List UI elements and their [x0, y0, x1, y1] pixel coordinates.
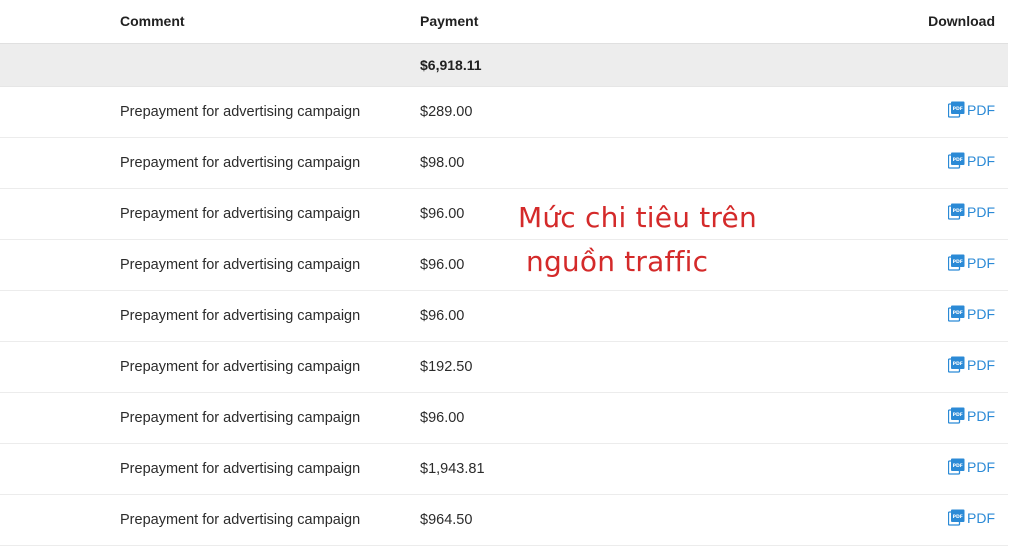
- pdf-download-link[interactable]: PDF PDF: [948, 458, 995, 475]
- pdf-file-icon: PDF: [948, 509, 965, 526]
- total-row: $6,918.11: [0, 44, 1008, 87]
- svg-text:PDF: PDF: [953, 514, 963, 520]
- row-payment: $289.00: [420, 104, 473, 120]
- svg-text:PDF: PDF: [953, 463, 963, 469]
- pdf-file-icon: PDF: [948, 356, 965, 373]
- row-payment: $964.50: [420, 512, 473, 528]
- table-header: Comment Payment Download: [0, 0, 1008, 44]
- table-row: Prepayment for advertising campaign $96.…: [0, 393, 1008, 444]
- row-comment: Prepayment for advertising campaign: [120, 104, 361, 120]
- row-comment: Prepayment for advertising campaign: [120, 512, 361, 528]
- pdf-download-link[interactable]: PDF PDF: [948, 152, 995, 169]
- header-download: Download: [928, 13, 995, 29]
- row-comment: Prepayment for advertising campaign: [120, 410, 361, 426]
- pdf-link-label: PDF: [967, 101, 995, 118]
- row-payment: $96.00: [420, 308, 465, 324]
- pdf-download-link[interactable]: PDF PDF: [948, 356, 995, 373]
- row-payment: $96.00: [420, 410, 465, 426]
- row-payment: $1,943.81: [420, 461, 485, 477]
- table-row: Prepayment for advertising campaign $96.…: [0, 240, 1008, 291]
- total-payment: $6,918.11: [420, 57, 482, 73]
- pdf-file-icon: PDF: [948, 152, 965, 169]
- row-comment: Prepayment for advertising campaign: [120, 257, 361, 273]
- table-row: Prepayment for advertising campaign $192…: [0, 342, 1008, 393]
- payments-table: Comment Payment Download $6,918.11 Prepa…: [0, 0, 1008, 546]
- table-row: Prepayment for advertising campaign $289…: [0, 87, 1008, 138]
- pdf-link-label: PDF: [967, 407, 995, 424]
- svg-text:PDF: PDF: [953, 208, 963, 214]
- pdf-file-icon: PDF: [948, 305, 965, 322]
- table-body: Prepayment for advertising campaign $289…: [0, 87, 1008, 546]
- row-payment: $96.00: [420, 257, 465, 273]
- pdf-file-icon: PDF: [948, 254, 965, 271]
- pdf-link-label: PDF: [967, 356, 995, 373]
- row-comment: Prepayment for advertising campaign: [120, 308, 361, 324]
- pdf-link-label: PDF: [967, 203, 995, 220]
- row-comment: Prepayment for advertising campaign: [120, 155, 361, 171]
- pdf-link-label: PDF: [967, 152, 995, 169]
- annotation-line-2: nguồn traffic: [526, 245, 709, 278]
- row-payment: $192.50: [420, 359, 473, 375]
- pdf-download-link[interactable]: PDF PDF: [948, 407, 995, 424]
- pdf-download-link[interactable]: PDF PDF: [948, 509, 995, 526]
- pdf-link-label: PDF: [967, 254, 995, 271]
- pdf-download-link[interactable]: PDF PDF: [948, 305, 995, 322]
- pdf-download-link[interactable]: PDF PDF: [948, 101, 995, 118]
- table-row: Prepayment for advertising campaign $96.…: [0, 189, 1008, 240]
- svg-text:PDF: PDF: [953, 157, 963, 163]
- pdf-link-label: PDF: [967, 458, 995, 475]
- table-row: Prepayment for advertising campaign $98.…: [0, 138, 1008, 189]
- table-row: Prepayment for advertising campaign $96.…: [0, 291, 1008, 342]
- svg-text:PDF: PDF: [953, 310, 963, 316]
- row-payment: $96.00: [420, 206, 465, 222]
- pdf-download-link[interactable]: PDF PDF: [948, 203, 995, 220]
- annotation-line-1: Mức chi tiêu trên: [518, 201, 757, 234]
- svg-text:PDF: PDF: [953, 106, 963, 112]
- row-comment: Prepayment for advertising campaign: [120, 206, 361, 222]
- row-comment: Prepayment for advertising campaign: [120, 359, 361, 375]
- pdf-file-icon: PDF: [948, 458, 965, 475]
- header-comment: Comment: [120, 13, 185, 29]
- table-row: Prepayment for advertising campaign $1,9…: [0, 444, 1008, 495]
- pdf-download-link[interactable]: PDF PDF: [948, 254, 995, 271]
- row-comment: Prepayment for advertising campaign: [120, 461, 361, 477]
- annotation-text: Mức chi tiêu trên nguồn traffic: [518, 196, 757, 284]
- header-payment: Payment: [420, 13, 479, 29]
- pdf-link-label: PDF: [967, 305, 995, 322]
- svg-text:PDF: PDF: [953, 412, 963, 418]
- svg-text:PDF: PDF: [953, 259, 963, 265]
- pdf-file-icon: PDF: [948, 101, 965, 118]
- pdf-file-icon: PDF: [948, 203, 965, 220]
- pdf-file-icon: PDF: [948, 407, 965, 424]
- row-payment: $98.00: [420, 155, 465, 171]
- table-row: Prepayment for advertising campaign $964…: [0, 495, 1008, 546]
- pdf-link-label: PDF: [967, 509, 995, 526]
- svg-text:PDF: PDF: [953, 361, 963, 367]
